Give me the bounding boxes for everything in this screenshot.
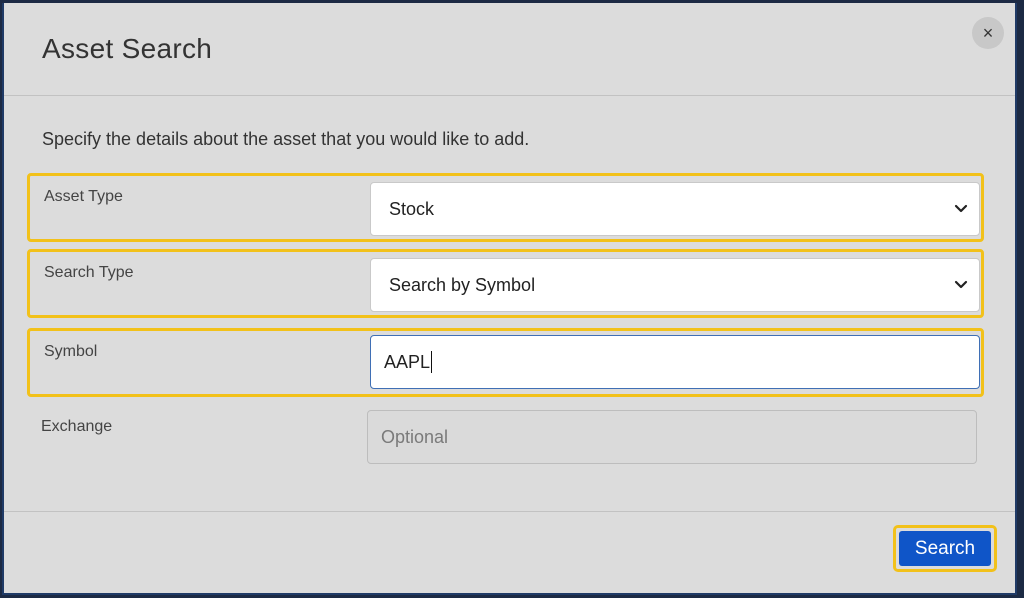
search-button[interactable]: Search xyxy=(899,531,991,566)
exchange-row: Exchange Optional xyxy=(27,406,984,475)
search-type-select[interactable]: Search by Symbol xyxy=(370,258,980,312)
asset-search-modal: Asset Search × Specify the details about… xyxy=(2,3,1017,595)
symbol-label: Symbol xyxy=(44,343,98,360)
chevron-down-icon xyxy=(954,280,968,289)
modal-header: Asset Search × xyxy=(4,3,1015,96)
text-caret xyxy=(431,351,433,373)
asset-type-row: Asset Type Stock xyxy=(27,173,984,242)
close-button[interactable]: × xyxy=(972,17,1004,49)
search-button-highlight: Search xyxy=(893,525,997,572)
asset-type-select[interactable]: Stock xyxy=(370,182,980,236)
exchange-input[interactable]: Optional xyxy=(367,410,977,464)
modal-description: Specify the details about the asset that… xyxy=(42,129,530,149)
chevron-down-icon xyxy=(954,204,968,213)
search-type-label: Search Type xyxy=(44,264,134,281)
modal-title: Asset Search xyxy=(42,33,213,64)
symbol-row: Symbol AAPL xyxy=(27,328,984,397)
exchange-placeholder: Optional xyxy=(381,426,449,447)
close-icon: × xyxy=(982,22,994,43)
search-type-row: Search Type Search by Symbol xyxy=(27,249,984,318)
symbol-value: AAPL xyxy=(384,351,431,372)
footer-divider xyxy=(4,511,1015,512)
symbol-input[interactable]: AAPL xyxy=(370,335,980,389)
search-type-value: Search by Symbol xyxy=(389,274,536,295)
asset-type-label: Asset Type xyxy=(44,188,123,205)
exchange-label: Exchange xyxy=(41,418,113,435)
asset-type-value: Stock xyxy=(389,198,435,219)
